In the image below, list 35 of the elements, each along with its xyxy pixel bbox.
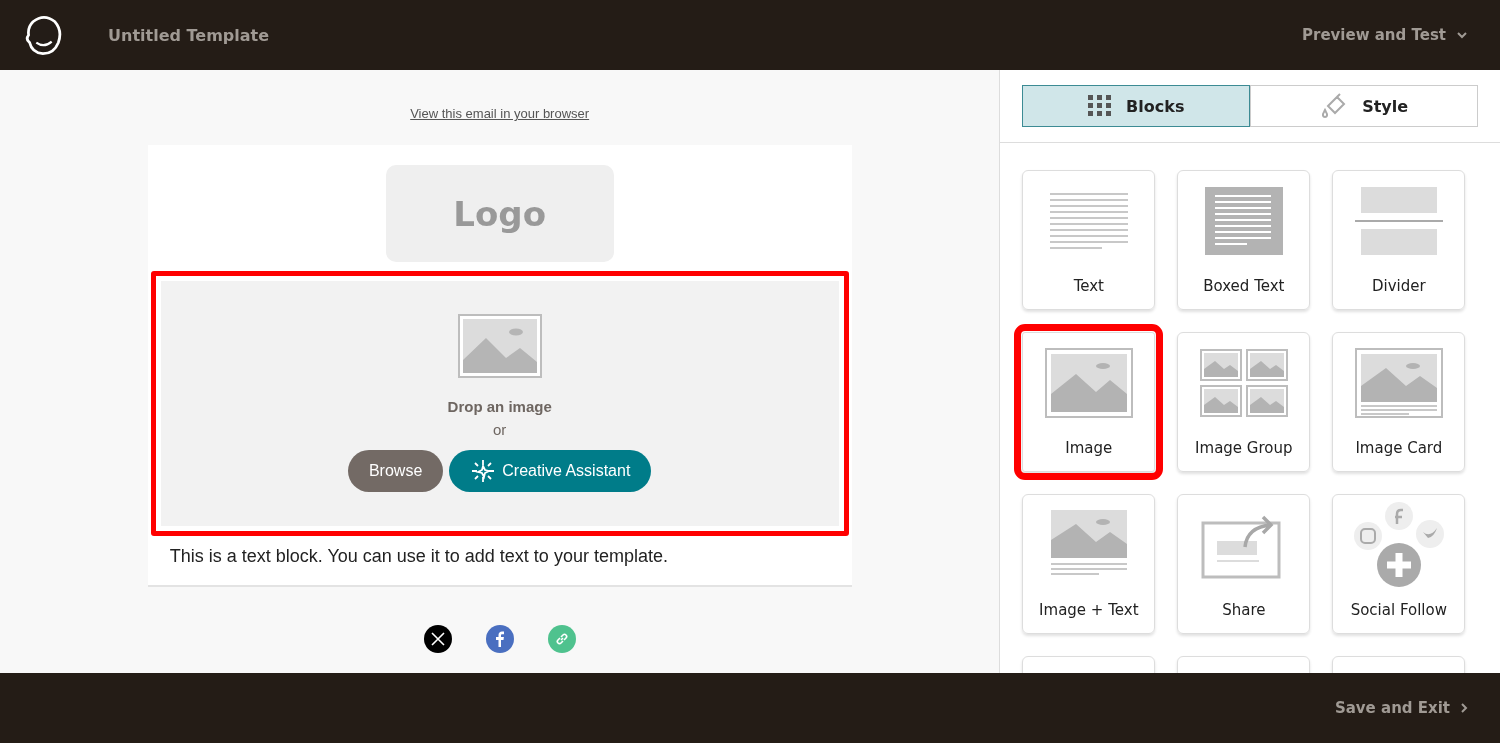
facebook-icon[interactable] bbox=[485, 625, 514, 653]
sparkle-icon bbox=[470, 458, 497, 484]
block-tile[interactable]: Image Group bbox=[1177, 332, 1311, 472]
chevron-right-icon bbox=[1460, 702, 1468, 714]
x-icon[interactable] bbox=[423, 625, 452, 653]
block-tile[interactable]: Image + Text bbox=[1022, 494, 1156, 634]
block-tile[interactable]: Share bbox=[1177, 494, 1311, 634]
logo-placeholder-text: Logo bbox=[453, 193, 546, 234]
browse-button[interactable]: Browse bbox=[347, 450, 444, 492]
block-tile[interactable]: Boxed Text bbox=[1177, 170, 1311, 310]
save-and-exit-button[interactable]: Save and Exit bbox=[1328, 698, 1474, 718]
image-placeholder-icon bbox=[457, 314, 542, 378]
boxed-text-icon bbox=[1204, 187, 1283, 255]
block-tile[interactable]: Social Follow bbox=[1332, 494, 1466, 634]
social-follow-icon bbox=[1351, 502, 1446, 588]
creative-assistant-button[interactable]: Creative Assistant bbox=[449, 450, 652, 492]
image-card-icon bbox=[1354, 348, 1443, 418]
block-tile[interactable]: Image Card bbox=[1332, 332, 1466, 472]
template-title: Untitled Template bbox=[108, 25, 270, 45]
block-tile[interactable]: Divider bbox=[1332, 170, 1466, 310]
drop-image-text: Drop an image bbox=[447, 398, 552, 415]
text-block[interactable]: This is a text block. You can use it to add text to your template. bbox=[147, 546, 852, 567]
image-group-icon bbox=[1199, 349, 1288, 417]
divider-icon bbox=[1354, 187, 1443, 255]
block-tile[interactable]: Text bbox=[1022, 170, 1156, 310]
view-in-browser-link[interactable]: View this email in your browser bbox=[410, 106, 590, 121]
link-icon[interactable] bbox=[547, 625, 576, 653]
grid-icon bbox=[1088, 95, 1113, 117]
chevron-down-icon bbox=[1456, 31, 1468, 39]
image-icon bbox=[1044, 348, 1133, 418]
blocks-tab[interactable]: Blocks bbox=[1022, 85, 1251, 127]
style-tab[interactable]: Style bbox=[1250, 85, 1478, 127]
text-lines-icon bbox=[1049, 192, 1128, 250]
preview-and-test-menu[interactable]: Preview and Test bbox=[1296, 25, 1474, 45]
or-text: or bbox=[493, 421, 507, 438]
